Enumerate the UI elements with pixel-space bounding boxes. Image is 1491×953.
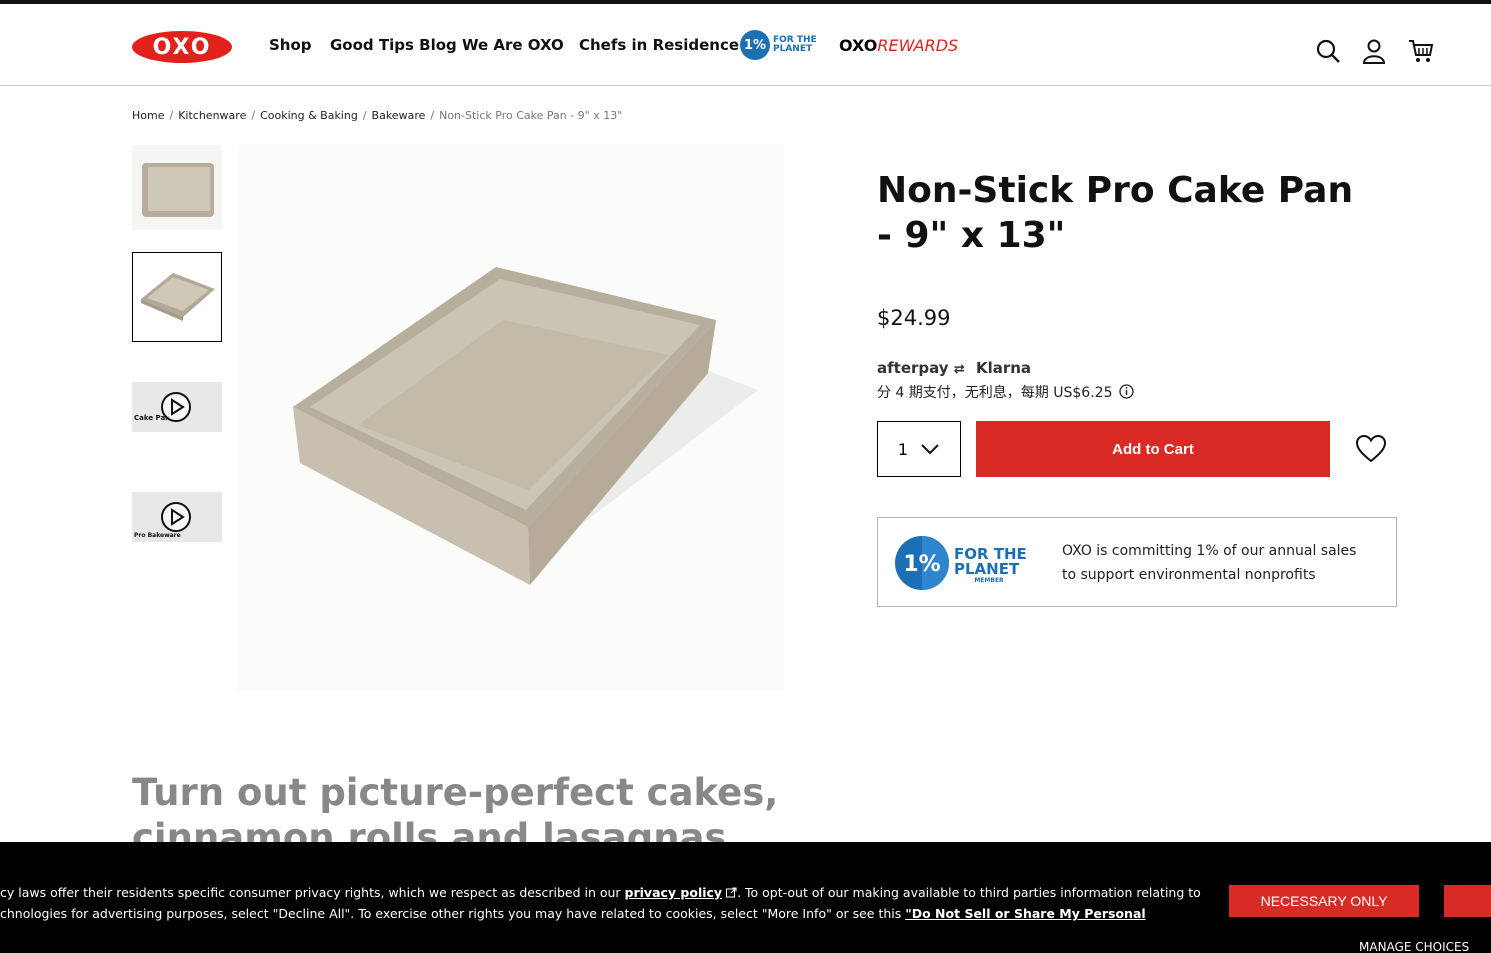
klarna-logo[interactable]: Klarna [976, 359, 1031, 377]
cookie-text: cy laws offer their residents specific c… [0, 885, 1201, 921]
installment-info: 分 4 期支付，无利息，每期 US$6.25 [877, 382, 1134, 402]
info-icon[interactable] [1119, 384, 1134, 399]
breadcrumb-kitchenware[interactable]: Kitchenware [178, 109, 246, 122]
site-header: OXO Shop Good Tips Blog We Are OXO Chefs… [0, 4, 1491, 86]
nav-shop[interactable]: Shop [269, 36, 312, 54]
quantity-select[interactable]: 1 [877, 421, 961, 477]
nav-chefs-in-residence[interactable]: Chefs in Residence [579, 36, 739, 54]
external-link-icon [726, 887, 737, 898]
do-not-sell-link[interactable]: "Do Not Sell or Share My Personal [905, 906, 1145, 921]
thumbnail-video-2[interactable]: Pro Bakeware [132, 492, 222, 542]
breadcrumb-home[interactable]: Home [132, 109, 164, 122]
cookie-banner: cy laws offer their residents specific c… [0, 842, 1491, 953]
product-price: $24.99 [877, 306, 951, 330]
pan-angle-view-image [141, 273, 215, 321]
oxo-rewards-link[interactable]: OXOREWARDS [839, 36, 958, 55]
rewards-brand: OXO [839, 36, 878, 55]
video2-caption: Pro Bakeware [134, 532, 181, 539]
cart-icon[interactable] [1408, 38, 1434, 64]
main-product-image[interactable] [238, 145, 784, 690]
privacy-policy-link[interactable]: privacy policy [625, 885, 723, 900]
afterpay-arrows-icon: ⇄ [953, 362, 965, 377]
planet-badge-icon: 1% [740, 30, 770, 60]
play-icon [161, 392, 191, 422]
product-title: Non-Stick Pro Cake Pan - 9" x 13" [877, 170, 1354, 256]
breadcrumb-current: Non-Stick Pro Cake Pan - 9" x 13" [439, 109, 623, 122]
planet-logo-text: FOR THE PLANET MEMBER [954, 545, 1027, 585]
wishlist-heart-icon[interactable] [1355, 434, 1387, 464]
account-icon[interactable] [1361, 38, 1387, 64]
one-percent-planet-link[interactable]: 1% FOR THE PLANET [740, 30, 817, 60]
afterpay-logo[interactable]: afterpay [877, 359, 949, 377]
oxo-logo[interactable]: OXO [132, 31, 232, 63]
headline-line-1: Turn out picture-perfect cakes, [132, 771, 779, 814]
thumbnail-2-selected[interactable] [132, 252, 222, 342]
thumbnail-1[interactable] [132, 145, 222, 230]
accept-button-partial[interactable] [1444, 885, 1491, 917]
rewards-suffix: REWARDS [877, 36, 959, 55]
add-to-cart-button[interactable]: Add to Cart [976, 421, 1330, 477]
search-icon[interactable] [1315, 38, 1341, 64]
svg-text:1%: 1% [903, 552, 940, 577]
one-percent-planet-box: 1% FOR THE PLANET MEMBER OXO is committi… [877, 517, 1397, 607]
cake-pan-image [293, 267, 758, 585]
thumbnail-video-1[interactable]: Cake Pan [132, 382, 222, 432]
breadcrumb: Home / Kitchenware / Cooking & Baking / Bakewa… [132, 109, 623, 122]
installment-text: 分 4 期支付，无利息，每期 US$6.25 [877, 385, 1113, 401]
chevron-down-icon [921, 444, 939, 455]
play-icon [161, 502, 191, 532]
necessary-only-button[interactable]: NECESSARY ONLY [1229, 885, 1419, 917]
planet-commitment-text: OXO is committing 1% of our annual sales… [1062, 543, 1357, 583]
payment-logos: afterpay ⇄ Klarna [877, 359, 1031, 377]
nav-we-are-oxo[interactable]: We Are OXO [462, 36, 564, 54]
breadcrumb-bakeware[interactable]: Bakeware [372, 109, 426, 122]
breadcrumb-cooking-baking[interactable]: Cooking & Baking [260, 109, 358, 122]
nav-good-tips-blog[interactable]: Good Tips Blog [330, 36, 457, 54]
quantity-value: 1 [897, 439, 909, 459]
planet-badge-text: FOR THE PLANET [773, 35, 817, 54]
pan-top-view-image [142, 163, 214, 217]
manage-choices-link[interactable]: MANAGE CHOICES [1359, 940, 1469, 953]
